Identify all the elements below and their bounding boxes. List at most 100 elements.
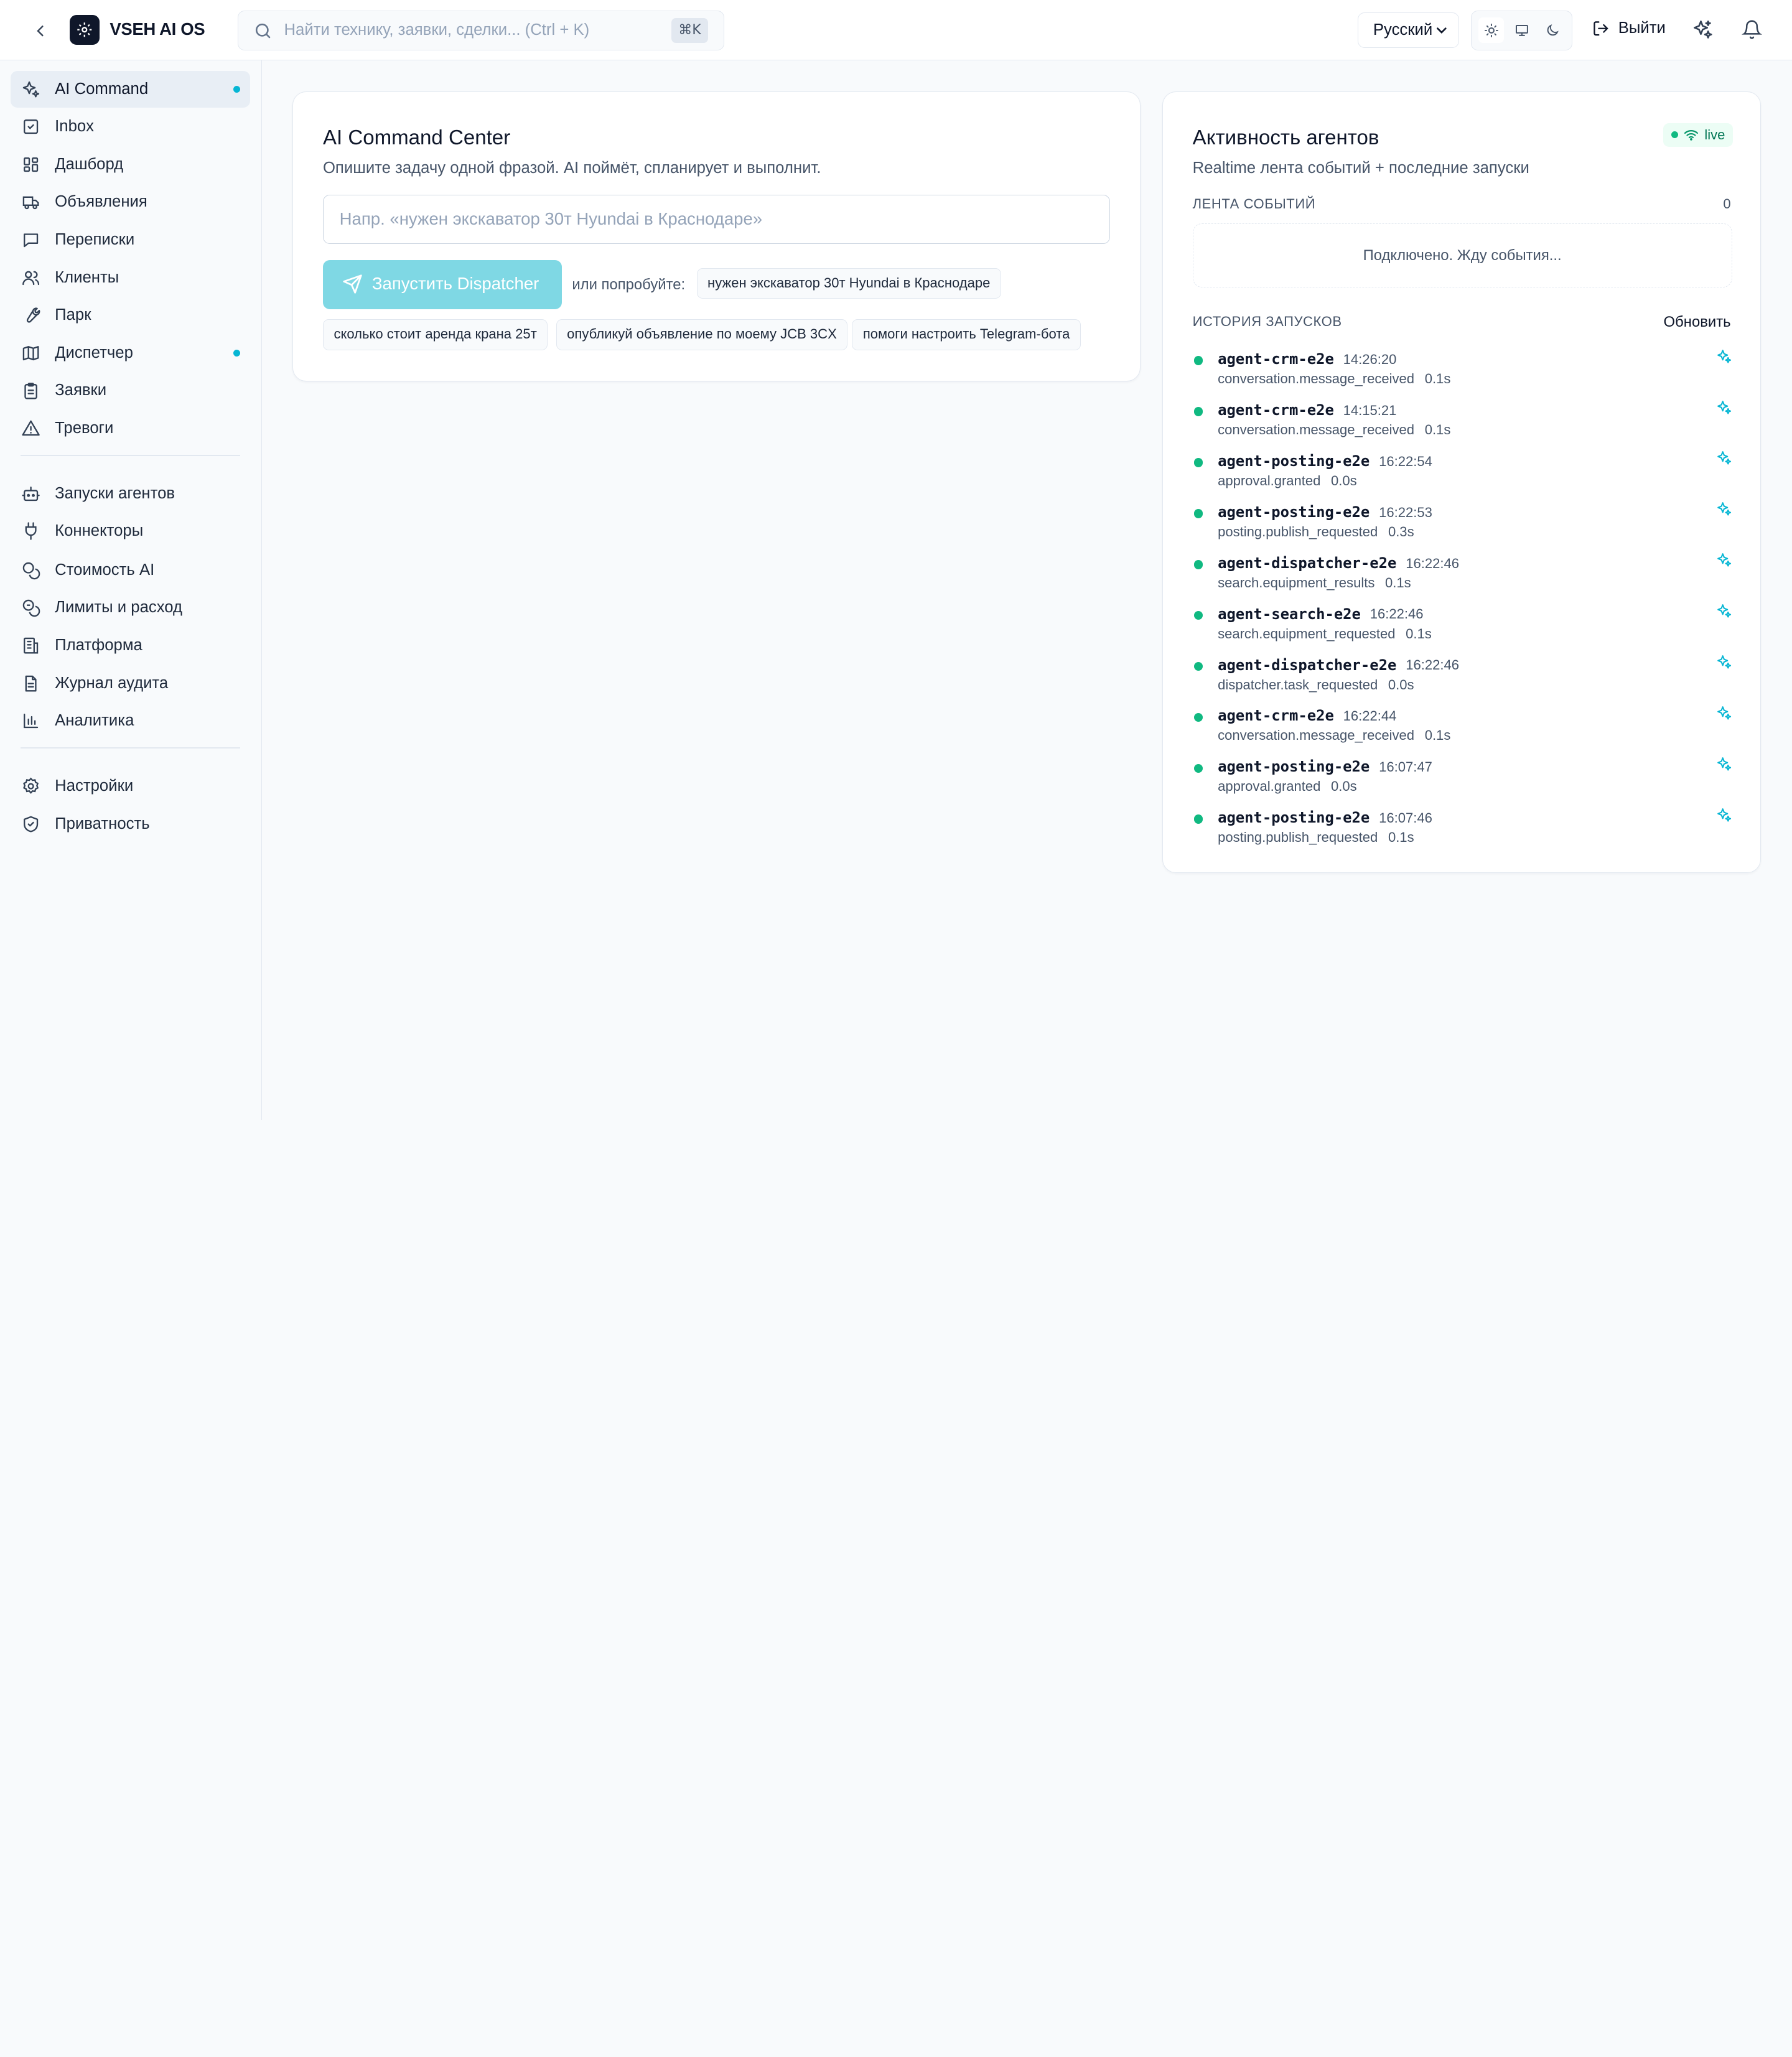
coins-limit-icon <box>21 598 41 618</box>
sidebar-item-platform[interactable]: Платформа <box>11 627 251 664</box>
run-duration: 0.1s <box>1406 625 1432 641</box>
run-agent-name: agent-crm-e2e <box>1218 401 1334 419</box>
send-icon <box>342 274 363 299</box>
sidebar-item-agent-runs[interactable]: Запуски агентов <box>11 475 251 512</box>
run-history-row[interactable]: agent-posting-e2e 16:22:53 posting.publish… <box>1193 498 1732 544</box>
sidebar-item-requests[interactable]: Заявки <box>11 373 251 409</box>
suggestion-chip[interactable]: сколько стоит аренда крана 25т <box>322 319 548 350</box>
sparkles-icon[interactable] <box>1716 756 1732 772</box>
suggestion-chip[interactable]: нужен экскаватор 30т Hyundai в Краснодар… <box>696 268 1001 299</box>
run-history-row[interactable]: agent-posting-e2e 16:22:54 approval.grante… <box>1193 448 1732 493</box>
sidebar-item-fleet[interactable]: Парк <box>11 297 251 334</box>
sidebar-item-ai-cost[interactable]: Стоимость AI <box>11 552 251 589</box>
status-dot <box>1193 610 1203 620</box>
run-event: dispatcher.task_requested <box>1218 676 1378 693</box>
sidebar-item-label: Настройки <box>55 777 134 795</box>
run-duration: 0.1s <box>1424 421 1451 437</box>
sun-icon[interactable] <box>1478 17 1504 43</box>
logout-label: Выйти <box>1618 19 1666 37</box>
status-dot <box>1193 712 1203 722</box>
run-history-row[interactable]: agent-dispatcher-e2e 16:22:46 search.equip… <box>1193 549 1732 595</box>
notification-dot <box>233 85 240 93</box>
file-text-icon <box>21 673 41 694</box>
command-input[interactable]: Напр. «нужен экскаватор 30т Hyundai в Кр… <box>322 195 1111 245</box>
run-event: conversation.message_received <box>1218 421 1415 437</box>
sidebar-item-label: Запуски агентов <box>55 484 175 502</box>
try-label: или попробуйте: <box>572 276 686 293</box>
sidebar-item-analytics[interactable]: Аналитика <box>11 703 251 740</box>
sidebar-item-clients[interactable]: Клиенты <box>11 259 251 296</box>
run-event: conversation.message_received <box>1218 727 1415 744</box>
status-dot <box>1193 763 1203 773</box>
sidebar-item-listings[interactable]: Объявления <box>11 184 251 221</box>
sidebar-item-audit-log[interactable]: Журнал аудита <box>11 665 251 702</box>
run-history-row[interactable]: agent-crm-e2e 14:15:21 conversation.messag… <box>1193 397 1732 442</box>
search-icon <box>253 21 273 45</box>
search-shortcut: ⌘K <box>671 17 708 43</box>
sidebar-item-limits[interactable]: Лимиты и расход <box>11 590 251 627</box>
sparkles-icon[interactable] <box>1716 450 1732 466</box>
app-name[interactable]: VSEH AI OS <box>110 19 205 39</box>
feed-title: ЛЕНТА СОБЫТИЙ <box>1192 196 1316 212</box>
sidebar-item-inbox[interactable]: Inbox <box>11 108 251 145</box>
sparkles-icon[interactable] <box>1716 552 1732 568</box>
refresh-button[interactable]: Обновить <box>1664 314 1731 331</box>
gear-icon <box>21 776 41 796</box>
map-icon <box>21 343 41 363</box>
sparkles-icon[interactable] <box>1716 501 1732 517</box>
run-history-row[interactable]: agent-crm-e2e 14:26:20 conversation.messag… <box>1193 346 1732 391</box>
run-dispatcher-button[interactable]: Запустить Dispatcher <box>322 259 562 309</box>
sparkles-icon[interactable] <box>1691 18 1714 41</box>
sidebar-item-conversations[interactable]: Переписки <box>11 222 251 258</box>
sidebar-item-ai-command[interactable]: AI Command <box>10 70 251 108</box>
run-time: 16:22:46 <box>1406 657 1460 673</box>
app-root: VSEH AI OS Найти технику, заявки, сделки… <box>0 0 1792 1120</box>
top-bar: VSEH AI OS Найти технику, заявки, сделки… <box>0 0 1792 61</box>
run-agent-name: agent-posting-e2e <box>1218 809 1370 827</box>
moon-icon[interactable] <box>1539 17 1564 42</box>
feed-count: 0 <box>1723 196 1731 212</box>
run-agent-name: agent-posting-e2e <box>1218 503 1370 521</box>
sparkles-icon[interactable] <box>1716 654 1732 670</box>
run-history-row[interactable]: agent-posting-e2e 16:07:46 posting.publish… <box>1193 805 1732 850</box>
sidebar-item-label: Переписки <box>55 231 135 248</box>
bell-icon[interactable] <box>1740 18 1763 41</box>
coins-icon <box>21 560 41 581</box>
event-feed: Подключено. Жду события... <box>1192 223 1732 287</box>
language-select[interactable]: Русский <box>1357 12 1460 49</box>
back-button[interactable] <box>27 18 52 43</box>
sidebar-item-label: Заявки <box>55 381 107 399</box>
alert-triangle-icon <box>21 418 41 439</box>
run-history-row[interactable]: agent-dispatcher-e2e 16:22:46 dispatcher.t… <box>1193 651 1732 697</box>
search-placeholder: Найти технику, заявки, сделки... (Ctrl +… <box>284 21 590 39</box>
sidebar-item-label: Диспетчер <box>55 343 133 361</box>
sidebar-item-settings[interactable]: Настройки <box>11 768 251 805</box>
run-duration: 0.1s <box>1424 727 1451 744</box>
suggestion-chip[interactable]: опубликуй объявление по моему JCB 3CX <box>556 319 848 350</box>
sidebar-item-connectors[interactable]: Коннекторы <box>11 513 251 550</box>
sparkles-icon[interactable] <box>1716 807 1732 823</box>
sparkles-icon[interactable] <box>1716 705 1732 721</box>
language-value: Русский <box>1373 21 1433 39</box>
sidebar-item-dispatcher[interactable]: Диспетчер <box>11 335 251 371</box>
status-dot <box>1193 458 1203 467</box>
run-history-row[interactable]: agent-search-e2e 16:22:46 search.equipment… <box>1193 600 1732 646</box>
run-agent-name: agent-search-e2e <box>1218 605 1361 623</box>
status-dot <box>1193 407 1203 416</box>
run-event: posting.publish_requested <box>1218 829 1378 846</box>
run-agent-name: agent-posting-e2e <box>1218 452 1370 470</box>
sparkles-icon[interactable] <box>1716 348 1732 364</box>
sparkles-icon[interactable] <box>1716 399 1732 415</box>
logout-button[interactable]: Выйти <box>1592 19 1666 37</box>
suggestion-chip[interactable]: помоги настроить Telegram-бота <box>852 319 1081 350</box>
sidebar-item-privacy[interactable]: Приватность <box>11 806 251 842</box>
monitor-icon[interactable] <box>1509 17 1534 42</box>
status-dot <box>1193 508 1203 518</box>
sidebar-item-dashboard[interactable]: Дашборд <box>11 146 251 183</box>
run-history-row[interactable]: agent-crm-e2e 16:22:44 conversation.messag… <box>1193 702 1732 748</box>
search-bar[interactable]: Найти технику, заявки, сделки... (Ctrl +… <box>238 10 725 50</box>
sparkles-icon[interactable] <box>1716 603 1732 619</box>
logo-icon[interactable] <box>70 14 100 45</box>
run-history-row[interactable]: agent-posting-e2e 16:07:47 approval.grante… <box>1193 753 1732 799</box>
sidebar-item-alerts[interactable]: Тревоги <box>11 410 251 447</box>
